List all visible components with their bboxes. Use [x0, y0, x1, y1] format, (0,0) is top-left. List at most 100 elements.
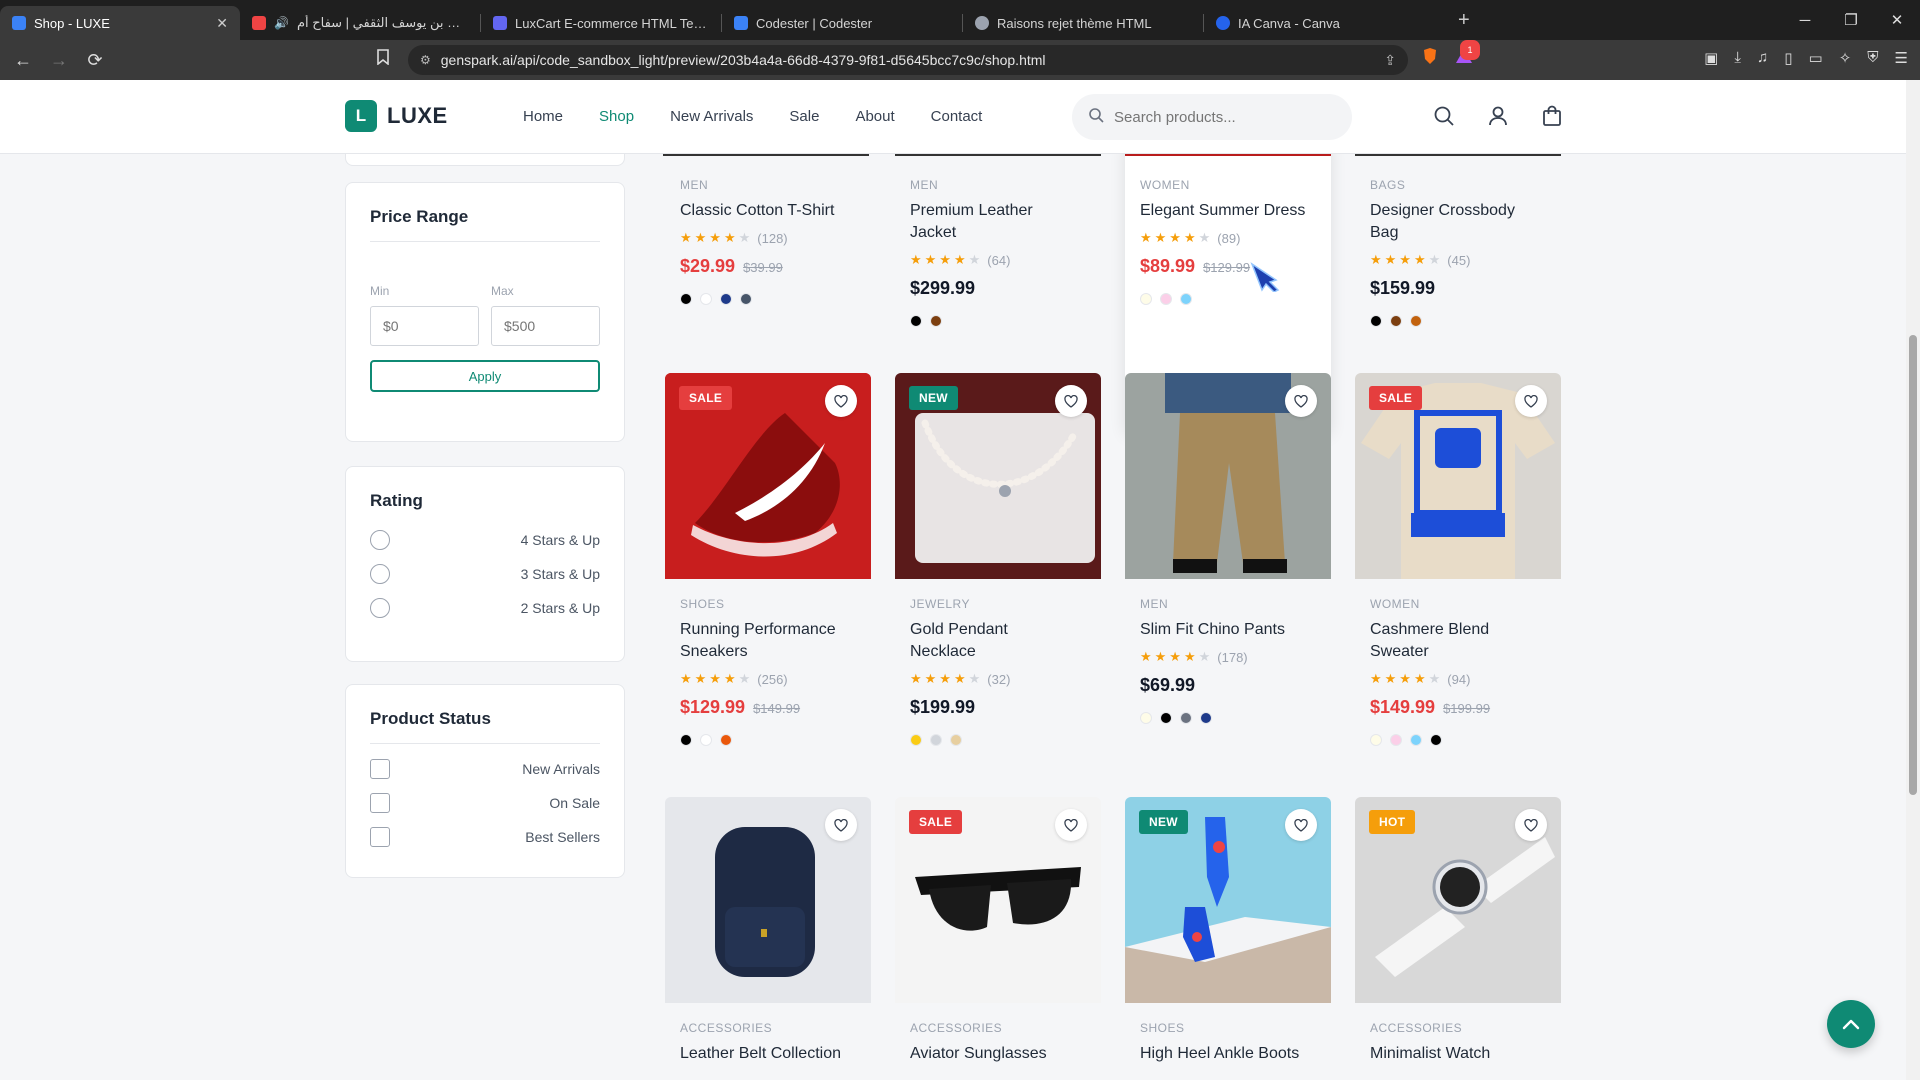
color-swatch[interactable]	[950, 734, 962, 746]
status-option-sale[interactable]: On Sale	[370, 786, 600, 820]
color-swatch[interactable]	[720, 293, 732, 305]
color-swatch[interactable]	[1370, 315, 1382, 327]
site-info-icon[interactable]: ⚙	[420, 53, 431, 67]
forward-icon[interactable]: →	[48, 50, 70, 71]
checkbox[interactable]	[370, 793, 390, 813]
min-price-input[interactable]	[370, 306, 479, 346]
color-swatch[interactable]	[700, 734, 712, 746]
status-option-best[interactable]: Best Sellers	[370, 820, 600, 854]
product-name[interactable]: Gold Pendant Necklace	[910, 619, 1040, 663]
browser-tab-2[interactable]: LuxCart E-commerce HTML Template	[481, 6, 721, 40]
heart-icon[interactable]	[1285, 809, 1317, 841]
color-swatch[interactable]	[930, 734, 942, 746]
color-swatch[interactable]	[680, 293, 692, 305]
browser-tab-4[interactable]: Raisons rejet thème HTML	[963, 6, 1203, 40]
color-swatch[interactable]	[1410, 315, 1422, 327]
color-swatch[interactable]	[1180, 712, 1192, 724]
color-swatch[interactable]	[1200, 712, 1212, 724]
product-card[interactable]: ACCESSORIES Leather Belt Collection	[665, 797, 871, 1065]
heart-icon[interactable]	[1285, 385, 1317, 417]
nav-contact[interactable]: Contact	[931, 108, 983, 125]
nav-shop[interactable]: Shop	[599, 108, 634, 125]
product-name[interactable]: Designer Crossbody Bag	[1370, 200, 1530, 244]
product-card[interactable]: MEN Slim Fit Chino Pants ★★★★★ (178) $69.…	[1125, 373, 1331, 724]
nav-new-arrivals[interactable]: New Arrivals	[670, 108, 753, 125]
heart-icon[interactable]	[1515, 385, 1547, 417]
apply-button[interactable]: Apply	[370, 360, 600, 392]
product-name[interactable]: Elegant Summer Dress	[1140, 200, 1316, 222]
browser-tab-5[interactable]: IA Canva - Canva	[1204, 6, 1444, 40]
color-swatch[interactable]	[1390, 315, 1402, 327]
menu-icon[interactable]: ☰	[1895, 49, 1908, 67]
color-swatch[interactable]	[1370, 734, 1382, 746]
address-bar[interactable]: ⚙ genspark.ai/api/code_sandbox_light/pre…	[408, 45, 1408, 75]
logo[interactable]: L LUXE	[345, 100, 448, 132]
speaker-icon[interactable]: 🔊	[274, 16, 289, 30]
radio-button[interactable]	[370, 564, 390, 584]
nav-about[interactable]: About	[855, 108, 894, 125]
music-icon[interactable]: ♫	[1757, 49, 1768, 67]
screenshot-icon[interactable]: ▣	[1704, 49, 1718, 67]
product-image[interactable]: SALE	[1355, 373, 1561, 579]
wallet-icon[interactable]: ▭	[1809, 49, 1823, 67]
product-card[interactable]: HOT ACCESSORIES Minimalist Watch	[1355, 797, 1561, 1065]
heart-icon[interactable]	[825, 809, 857, 841]
product-name[interactable]: Slim Fit Chino Pants	[1140, 619, 1316, 641]
color-swatch[interactable]	[1160, 712, 1172, 724]
nav-sale[interactable]: Sale	[789, 108, 819, 125]
minimize-icon[interactable]: ─	[1782, 12, 1828, 29]
restore-icon[interactable]: ❐	[1828, 11, 1874, 29]
product-card[interactable]: SALE WOMEN Cashmere Blend Sweater ★★★★★(…	[1355, 373, 1561, 746]
heart-icon[interactable]	[1055, 809, 1087, 841]
product-name[interactable]: High Heel Ankle Boots	[1140, 1043, 1316, 1065]
product-image[interactable]: NEW	[895, 373, 1101, 579]
product-image[interactable]	[665, 797, 871, 1003]
leo-ai-icon[interactable]: ✧	[1839, 49, 1852, 67]
color-swatch[interactable]	[1140, 293, 1152, 305]
color-swatch[interactable]	[700, 293, 712, 305]
search-input[interactable]	[1114, 108, 1334, 126]
color-swatch[interactable]	[740, 293, 752, 305]
close-window-icon[interactable]: ✕	[1874, 11, 1920, 29]
color-swatch[interactable]	[910, 315, 922, 327]
color-swatch[interactable]	[910, 734, 922, 746]
product-image[interactable]: HOT	[1355, 797, 1561, 1003]
rating-option-4[interactable]: 4 Stars & Up	[370, 523, 600, 557]
back-icon[interactable]: ←	[12, 50, 34, 71]
nav-home[interactable]: Home	[523, 108, 563, 125]
new-tab-button[interactable]: +	[1444, 9, 1484, 40]
color-swatch[interactable]	[1140, 712, 1152, 724]
product-card[interactable]: SALE ACCESSORIES Aviator Sunglasses	[895, 797, 1101, 1065]
download-icon[interactable]: ⤓	[1734, 49, 1741, 67]
rating-option-2[interactable]: 2 Stars & Up	[370, 591, 600, 625]
status-option-new[interactable]: New Arrivals	[370, 752, 600, 786]
color-swatch[interactable]	[930, 315, 942, 327]
max-price-input[interactable]	[491, 306, 600, 346]
radio-button[interactable]	[370, 530, 390, 550]
heart-icon[interactable]	[825, 385, 857, 417]
close-icon[interactable]: ✕	[216, 15, 228, 32]
radio-button[interactable]	[370, 598, 390, 618]
product-card[interactable]: SALE SHOES Running Performance Sneakers …	[665, 373, 871, 746]
product-name[interactable]: Premium Leather Jacket	[910, 200, 1060, 244]
page-scrollbar[interactable]	[1906, 80, 1920, 1080]
checkbox[interactable]	[370, 827, 390, 847]
bookmark-icon[interactable]	[372, 49, 394, 70]
product-name[interactable]: Leather Belt Collection	[680, 1043, 856, 1065]
product-name[interactable]: Minimalist Watch	[1370, 1043, 1546, 1065]
heart-icon[interactable]	[1515, 809, 1547, 841]
color-swatch[interactable]	[1180, 293, 1192, 305]
product-image[interactable]: NEW	[1125, 797, 1331, 1003]
color-swatch[interactable]	[1160, 293, 1172, 305]
product-image[interactable]: SALE	[665, 373, 871, 579]
product-card[interactable]: NEW SHOES High Heel Ankle Boots	[1125, 797, 1331, 1065]
heart-icon[interactable]	[1055, 385, 1087, 417]
browser-tab-0[interactable]: Shop - LUXE ✕	[0, 6, 240, 40]
rating-option-3[interactable]: 3 Stars & Up	[370, 557, 600, 591]
product-card[interactable]: MEN Premium Leather Jacket ★★★★★ (64) $29…	[895, 160, 1101, 327]
back-to-top-button[interactable]	[1827, 1000, 1875, 1048]
product-image[interactable]	[1125, 373, 1331, 579]
scrollbar-thumb[interactable]	[1909, 335, 1917, 795]
product-name[interactable]: Cashmere Blend Sweater	[1370, 619, 1520, 663]
vpn-icon[interactable]: ⛨	[1867, 49, 1878, 67]
